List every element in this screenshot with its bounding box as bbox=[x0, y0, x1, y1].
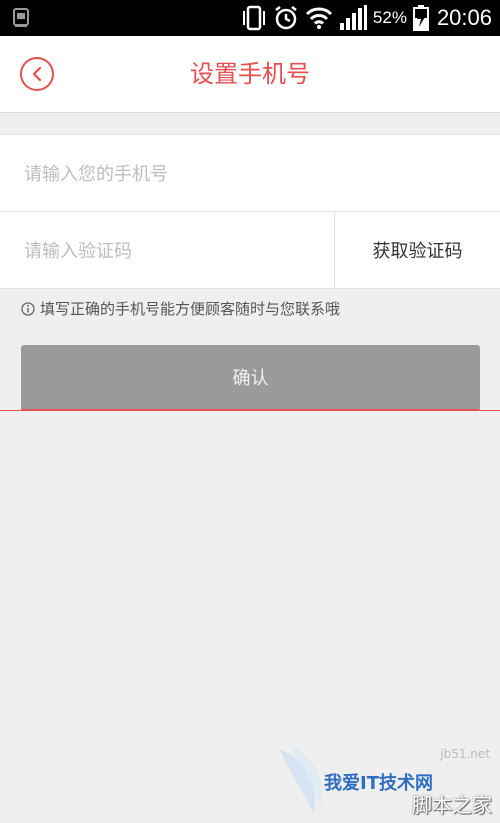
back-arrow-icon bbox=[32, 66, 42, 82]
clock: 20:06 bbox=[436, 5, 492, 30]
hint: 填写正确的手机号能方便顾客随时与您联系哦 bbox=[21, 298, 340, 319]
page-title: 设置手机号 bbox=[190, 60, 310, 88]
phone-input[interactable] bbox=[22, 135, 482, 213]
divider bbox=[0, 410, 500, 411]
wifi-icon bbox=[305, 7, 332, 29]
sim-icon bbox=[13, 8, 29, 27]
back-button[interactable] bbox=[20, 57, 54, 91]
battery-percent: 52% bbox=[372, 8, 407, 27]
confirm-button[interactable]: 确认 bbox=[21, 345, 480, 411]
verification-code-input[interactable] bbox=[22, 212, 326, 290]
vibrate-icon bbox=[242, 5, 265, 31]
phone-row bbox=[0, 135, 500, 213]
status-bar: 52% 20:06 bbox=[0, 0, 500, 36]
info-icon bbox=[21, 301, 35, 316]
watermark-sub: 脚本之家 bbox=[412, 793, 492, 817]
alarm-icon bbox=[275, 6, 297, 30]
battery-charging-icon bbox=[412, 5, 429, 31]
hint-text: 填写正确的手机号能方便顾客随时与您联系哦 bbox=[40, 300, 341, 318]
app-header: 设置手机号 bbox=[0, 36, 500, 113]
get-code-button[interactable]: 获取验证码 bbox=[334, 212, 500, 288]
code-row: 获取验证码 bbox=[0, 211, 500, 290]
signal-icon bbox=[339, 5, 367, 30]
watermark: 我爱IT技术网 jb51.net 脚本之家 bbox=[274, 739, 494, 819]
phone-form: 获取验证码 bbox=[0, 134, 500, 290]
watermark-site: jb51.net bbox=[440, 747, 490, 761]
